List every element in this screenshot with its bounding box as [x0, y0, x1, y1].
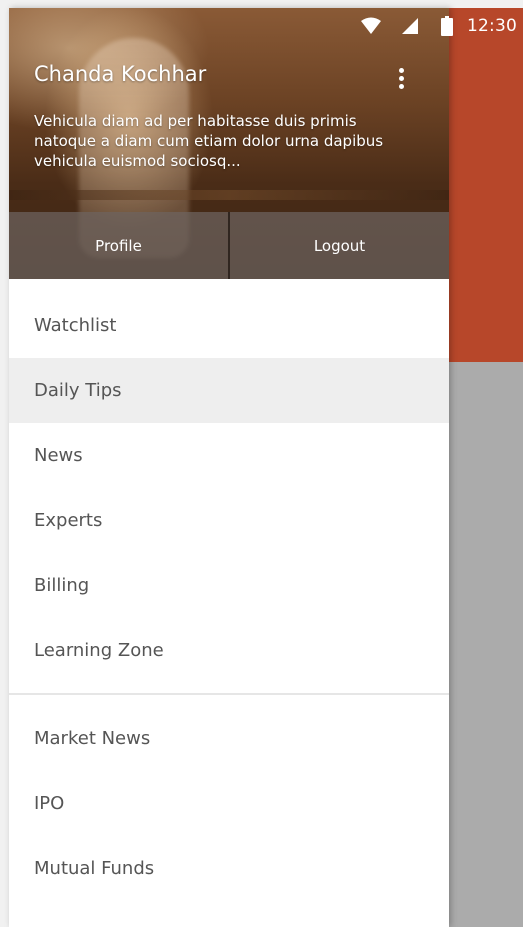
wifi-icon: [359, 14, 383, 38]
drawer-header: Chanda Kochhar Vehicula diam ad per habi…: [9, 8, 449, 279]
battery-icon: [435, 14, 459, 38]
more-vert-dot: [398, 83, 404, 89]
menu-item-daily-tips[interactable]: Daily Tips: [9, 358, 449, 423]
header-background-rail: [9, 190, 449, 200]
profile-button[interactable]: Profile: [9, 212, 228, 279]
primary-menu: Watchlist Daily Tips News Experts Billin…: [9, 279, 449, 683]
menu-item-news[interactable]: News: [9, 423, 449, 488]
menu-item-billing[interactable]: Billing: [9, 553, 449, 618]
more-vert-icon[interactable]: [385, 62, 417, 94]
user-bio: Vehicula diam ad per habitasse duis prim…: [34, 112, 384, 170]
menu-item-market-news[interactable]: Market News: [9, 706, 449, 771]
user-name: Chanda Kochhar: [34, 62, 207, 86]
header-actions: Profile Logout: [9, 212, 449, 279]
signal-icon: [397, 14, 421, 38]
menu-item-experts[interactable]: Experts: [9, 488, 449, 553]
menu-item-learning-zone[interactable]: Learning Zone: [9, 618, 449, 683]
menu-divider: [9, 693, 449, 695]
status-time: 12:30: [467, 16, 517, 36]
menu-item-mutual-funds[interactable]: Mutual Funds: [9, 836, 449, 901]
navigation-drawer: Chanda Kochhar Vehicula diam ad per habi…: [9, 8, 449, 927]
phone-screen: 12:30 Chanda Kochhar Vehicula diam ad pe…: [0, 0, 523, 927]
status-bar: 12:30: [9, 8, 523, 44]
menu-item-watchlist[interactable]: Watchlist: [9, 293, 449, 358]
logout-button[interactable]: Logout: [228, 212, 449, 279]
more-vert-dot: [398, 75, 404, 81]
more-vert-dot: [398, 67, 404, 73]
secondary-menu: Market News IPO Mutual Funds: [9, 706, 449, 901]
menu-item-ipo[interactable]: IPO: [9, 771, 449, 836]
